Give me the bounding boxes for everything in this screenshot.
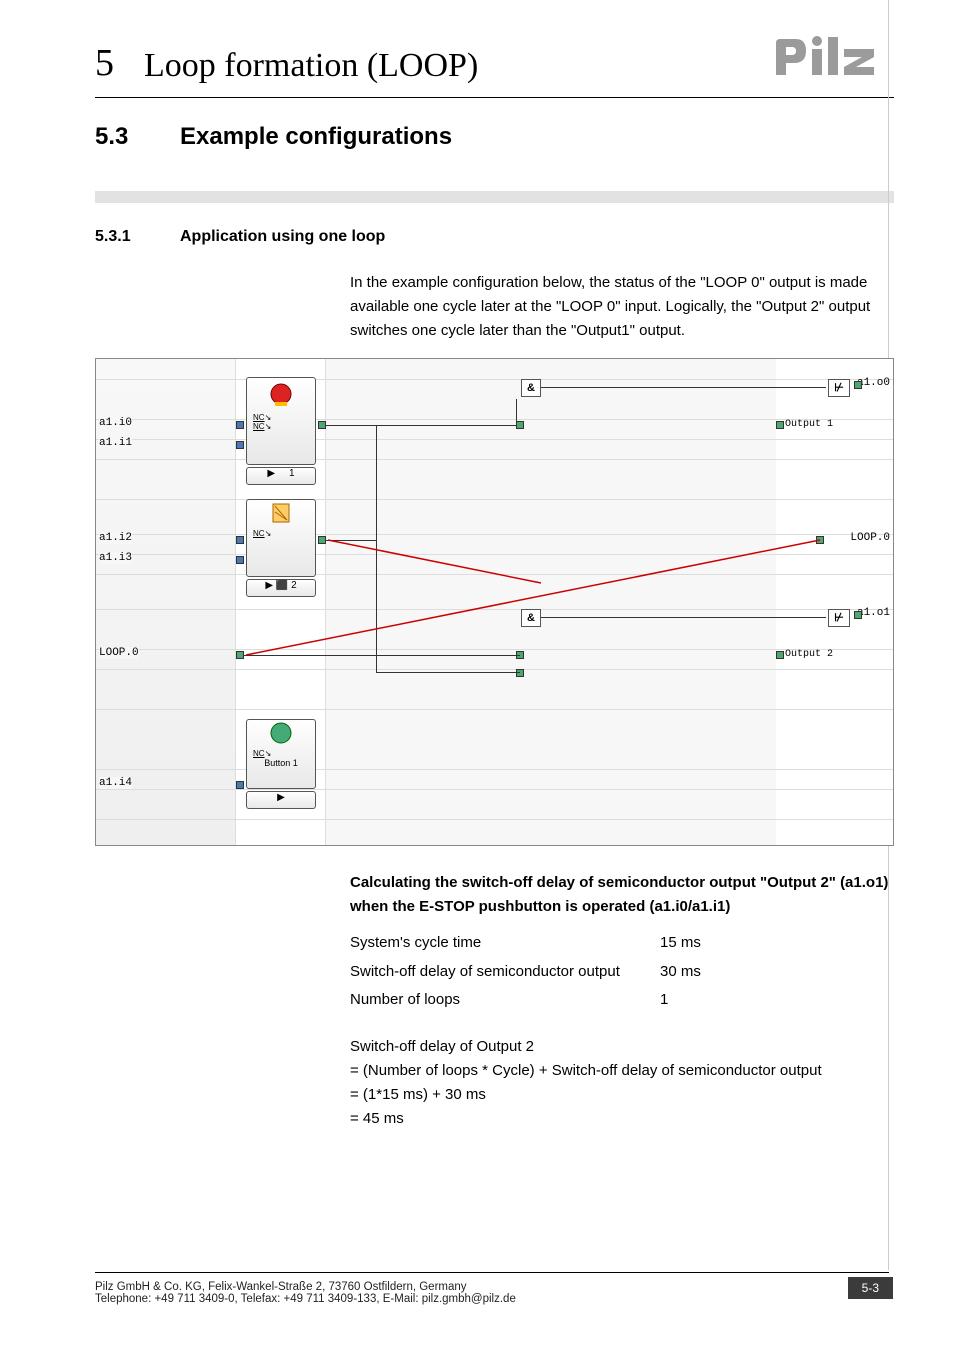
subsection-number: 5.3.1: [95, 228, 180, 246]
subsection-heading: 5.3.1 Application using one loop: [95, 228, 894, 246]
calc-row: Switch-off delay of semiconductor output…: [350, 958, 894, 987]
calc-label: Switch-off delay of semiconductor output: [350, 958, 660, 987]
subsection-title: Application using one loop: [180, 228, 385, 246]
calc-label: System's cycle time: [350, 929, 660, 958]
calc-line: = (1*15 ms) + 30 ms: [350, 1083, 894, 1107]
page-header: 5 Loop formation (LOOP): [95, 35, 894, 98]
chapter-number: 5: [95, 41, 114, 85]
calc-line: = 45 ms: [350, 1107, 894, 1131]
section-divider: [95, 191, 894, 203]
calc-row: Number of loops 1: [350, 986, 894, 1015]
calc-line: = (Number of loops * Cycle) + Switch-off…: [350, 1059, 894, 1083]
intro-paragraph: In the example configuration below, the …: [350, 271, 894, 343]
calc-row: System's cycle time 15 ms: [350, 929, 894, 958]
calc-table: System's cycle time 15 ms Switch-off del…: [350, 929, 894, 1015]
calc-value: 30 ms: [660, 958, 701, 987]
pilz-logo-icon: [774, 35, 894, 85]
loop-configuration-diagram: a1.i0 a1.i1 a1.i2 a1.i3 LOOP.0 a1.i4 a1.…: [95, 358, 894, 846]
page-footer: Pilz GmbH & Co. KG, Felix-Wankel-Straße …: [95, 1272, 889, 1305]
calc-heading: Calculating the switch-off delay of semi…: [350, 871, 894, 919]
calc-line: Switch-off delay of Output 2: [350, 1035, 894, 1059]
calc-label: Number of loops: [350, 986, 660, 1015]
section-title: Example configurations: [180, 123, 452, 151]
calc-formula: Switch-off delay of Output 2 = (Number o…: [350, 1035, 894, 1131]
footer-contact: Telephone: +49 711 3409-0, Telefax: +49 …: [95, 1293, 516, 1305]
page-number: 5-3: [848, 1277, 893, 1299]
chapter-title: Loop formation (LOOP): [144, 47, 774, 85]
section-heading: 5.3 Example configurations: [95, 123, 894, 151]
calc-value: 1: [660, 986, 668, 1015]
footer-address: Pilz GmbH & Co. KG, Felix-Wankel-Straße …: [95, 1281, 516, 1293]
calc-value: 15 ms: [660, 929, 701, 958]
section-number: 5.3: [95, 123, 180, 151]
